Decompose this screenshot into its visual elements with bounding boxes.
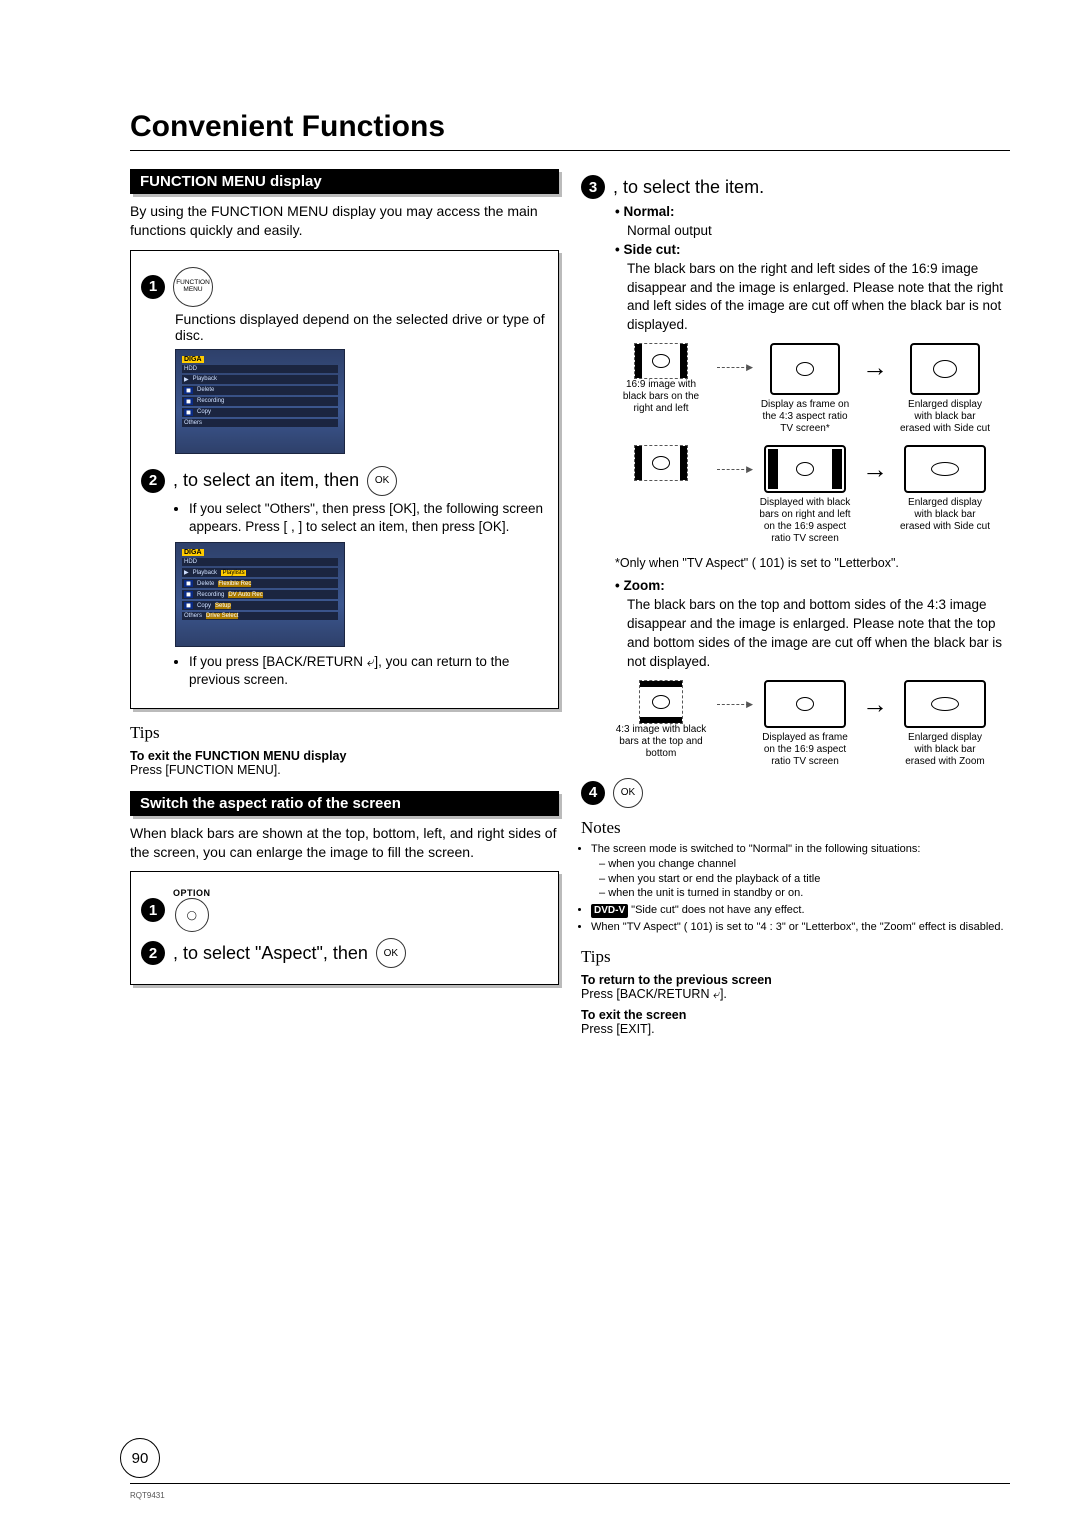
- arrow-icon: →: [861, 445, 889, 493]
- left-column: FUNCTION MENU display By using the FUNCT…: [130, 169, 559, 1036]
- note-1c: when the unit is turned in standby or on…: [591, 886, 1010, 901]
- aspect-step-1-badge: 1: [141, 898, 165, 922]
- normal-text: Normal output: [615, 222, 1010, 241]
- note-1: The screen mode is switched to "Normal" …: [591, 842, 1010, 901]
- letterbox-anchor-note: *Only when "TV Aspect" ( 101) is set to …: [615, 555, 1010, 571]
- illus-enlarged-zoom: Enlarged display with black bar erased w…: [899, 680, 991, 768]
- section-aspect-header: Switch the aspect ratio of the screen: [130, 791, 559, 816]
- function-menu-screenshot-2: DIGA HDD ▶Playback Playlists ◼DeleteFlex…: [175, 542, 345, 647]
- ok-button-icon-2: OK: [376, 938, 406, 968]
- note-1a: when you change channel: [591, 857, 1010, 872]
- ok-button-icon-3: OK: [613, 778, 643, 808]
- ok-button-icon: OK: [367, 466, 397, 496]
- tips-return-text: Press [BACK/RETURN ⤶].: [581, 987, 1010, 1002]
- section-function-menu-intro: By using the FUNCTION MENU display you m…: [130, 202, 559, 240]
- step-1-badge: 1: [141, 275, 165, 299]
- step-2-text: , to select an item, then: [173, 470, 359, 491]
- tips-exit-screen-label: To exit the screen: [581, 1008, 1010, 1022]
- tips-heading-left: Tips: [130, 723, 559, 743]
- arrow-icon: →: [861, 680, 889, 728]
- tips-heading-right: Tips: [581, 947, 1010, 967]
- zoom-label: Zoom:: [623, 578, 664, 593]
- right-column: 3 , to select the item. • Normal: Normal…: [581, 169, 1010, 1036]
- zoom-text: The black bars on the top and bottom sid…: [615, 596, 1010, 672]
- title-rule: [130, 150, 1010, 151]
- aspect-step-2-badge: 2: [141, 941, 165, 965]
- option-label: OPTION: [173, 888, 211, 898]
- function-menu-screenshot-1: DIGA HDD ▶Playback ◼Delete ◼Recording ◼C…: [175, 349, 345, 454]
- option-button-icon: ◯: [175, 898, 209, 932]
- step-2-bullet-1: If you select "Others", then press [OK],…: [189, 500, 548, 536]
- dvd-v-badge: DVD-V: [591, 904, 628, 918]
- bottom-rule: [130, 1483, 1010, 1484]
- step-1-note: Functions displayed depend on the select…: [175, 311, 548, 343]
- aspect-step-2-text: , to select "Aspect", then: [173, 943, 368, 964]
- tips-exit-fm-text: Press [FUNCTION MENU].: [130, 763, 559, 777]
- page-title: Convenient Functions: [130, 110, 1010, 144]
- illus-enlarged-sidecut: Enlarged display with black bar erased w…: [899, 343, 991, 435]
- note-3: When "TV Aspect" ( 101) is set to "4 : 3…: [591, 920, 1010, 935]
- page-number: 90: [120, 1438, 160, 1478]
- note-1b: when you start or end the playback of a …: [591, 872, 1010, 887]
- dashed-arrow-icon: [717, 469, 749, 470]
- normal-label: Normal:: [623, 204, 674, 219]
- tips-exit-fm-label: To exit the FUNCTION MENU display: [130, 749, 559, 763]
- illus-strip-2: [615, 445, 707, 481]
- illus-enlarged-sidecut2: Enlarged display with black bar erased w…: [899, 445, 991, 533]
- step-2-badge: 2: [141, 469, 165, 493]
- illus-169-frame: Displayed as frame on the 16:9 aspect ra…: [759, 680, 851, 768]
- arrow-icon: →: [861, 343, 889, 391]
- notes-heading: Notes: [581, 818, 1010, 838]
- illus-169-bars: 16:9 image with black bars on the right …: [615, 343, 707, 415]
- dashed-arrow-icon: [717, 367, 749, 368]
- illus-43-bars: 4:3 image with black bars at the top and…: [615, 680, 707, 760]
- step-3-badge: 3: [581, 175, 605, 199]
- section-function-menu-header: FUNCTION MENU display: [130, 169, 559, 194]
- dashed-arrow-icon: [717, 704, 749, 705]
- function-menu-button-icon: FUNCTION MENU: [173, 267, 213, 307]
- illus-ws-blackbars: Displayed with black bars on right and l…: [759, 445, 851, 545]
- step-4-badge: 4: [581, 781, 605, 805]
- sidecut-text: The black bars on the right and left sid…: [615, 260, 1010, 336]
- sidecut-label: Side cut:: [623, 242, 680, 257]
- note-2: DVD-V "Side cut" does not have any effec…: [591, 903, 1010, 918]
- aspect-panel: 1 OPTION ◯ 2 , to select "Aspect", then …: [130, 871, 559, 985]
- step-3-text: , to select the item.: [613, 177, 764, 198]
- tips-return-label: To return to the previous screen: [581, 973, 1010, 987]
- section-aspect-intro: When black bars are shown at the top, bo…: [130, 824, 559, 862]
- tips-exit-screen-text: Press [EXIT].: [581, 1022, 1010, 1036]
- illus-43-frame: Display as frame on the 4:3 aspect ratio…: [759, 343, 851, 435]
- step-2-bullet-2: If you press [BACK/RETURN ⤶], you can re…: [189, 653, 548, 689]
- function-menu-panel: 1 FUNCTION MENU Functions displayed depe…: [130, 250, 559, 709]
- doc-code: RQT9431: [130, 1491, 165, 1500]
